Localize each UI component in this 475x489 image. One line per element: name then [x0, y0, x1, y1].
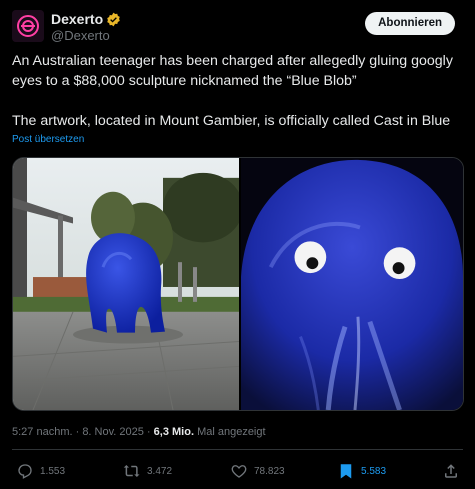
tweet-paragraph: An Australian teenager has been charged … — [12, 53, 453, 89]
dexerto-logo-icon — [12, 10, 44, 42]
like-count: 78.823 — [254, 465, 285, 477]
author-names: Dexerto @Dexerto — [51, 11, 121, 44]
verified-badge-icon — [106, 12, 121, 27]
repost-button[interactable]: 3.472 — [123, 462, 172, 480]
divider — [12, 449, 463, 450]
heart-icon — [231, 465, 247, 478]
author-display-name[interactable]: Dexerto — [51, 11, 103, 27]
avatar[interactable] — [12, 10, 44, 42]
googly-eyes-photo — [241, 158, 463, 410]
share-button[interactable] — [442, 462, 460, 480]
media-image-sculpture-park[interactable] — [13, 158, 239, 410]
tweet-paragraph: The artwork, located in Mount Gambier, i… — [12, 113, 451, 129]
translate-link[interactable]: Post übersetzen — [12, 134, 84, 145]
bookmark-filled-icon — [340, 464, 352, 479]
bookmark-button[interactable]: 5.583 — [337, 462, 386, 480]
views-count: 6,3 Mio. — [153, 426, 194, 438]
follow-button[interactable]: Abonnieren — [365, 12, 455, 35]
sculpture-photo — [13, 158, 239, 410]
author-handle[interactable]: @Dexerto — [51, 27, 121, 44]
media-grid — [12, 157, 464, 411]
tweet-text: An Australian teenager has been charged … — [12, 51, 462, 131]
repost-count: 3.472 — [147, 465, 173, 477]
reply-count: 1.553 — [40, 465, 66, 477]
timestamp[interactable]: 5:27 nachm. · 8. Nov. 2025 · — [12, 426, 151, 438]
share-icon — [445, 464, 457, 478]
tweet-meta: 5:27 nachm. · 8. Nov. 2025 · 6,3 Mio. Ma… — [12, 426, 266, 438]
action-bar: 1.553 3.472 78.823 5.583 — [12, 462, 463, 484]
media-image-googly-eyes[interactable] — [241, 158, 463, 410]
views-label: Mal angezeigt — [197, 426, 266, 438]
reply-button[interactable]: 1.553 — [16, 462, 65, 480]
reply-icon — [18, 464, 32, 479]
bookmark-count: 5.583 — [361, 465, 387, 477]
repost-icon — [123, 465, 140, 477]
like-button[interactable]: 78.823 — [230, 462, 285, 480]
tweet-post: Dexerto @Dexerto Abonnieren An Australia… — [0, 0, 475, 489]
